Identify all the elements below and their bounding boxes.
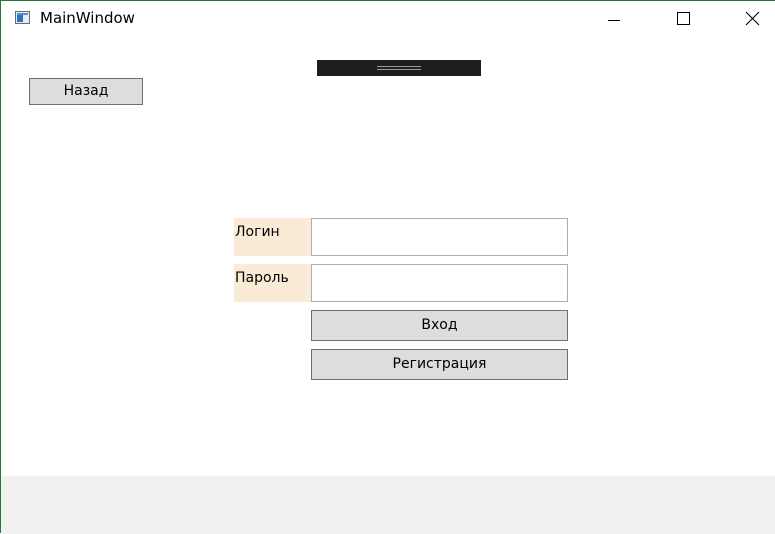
password-label: Пароль: [234, 264, 311, 302]
window-title: MainWindow: [40, 9, 135, 27]
register-button[interactable]: Регистрация: [311, 349, 568, 380]
close-button[interactable]: [729, 1, 775, 33]
status-bar: [1, 476, 775, 534]
password-field[interactable]: [311, 264, 568, 302]
minimize-button[interactable]: [591, 1, 637, 33]
debug-toolbar[interactable]: [317, 60, 481, 76]
app-icon: [15, 11, 30, 24]
login-button[interactable]: Вход: [311, 310, 568, 341]
maximize-button[interactable]: [660, 1, 706, 33]
toolbar-grip-line: [377, 66, 421, 67]
login-label: Логин: [234, 218, 311, 256]
main-window: MainWindow Назад Логин Пароль Вход Регис…: [0, 0, 775, 534]
minimize-icon: [608, 20, 620, 21]
back-button[interactable]: Назад: [29, 78, 143, 105]
login-field[interactable]: [311, 218, 568, 256]
close-icon: [745, 11, 760, 26]
maximize-icon: [677, 12, 690, 25]
title-bar[interactable]: MainWindow: [1, 1, 775, 33]
toolbar-grip-line: [377, 69, 421, 70]
